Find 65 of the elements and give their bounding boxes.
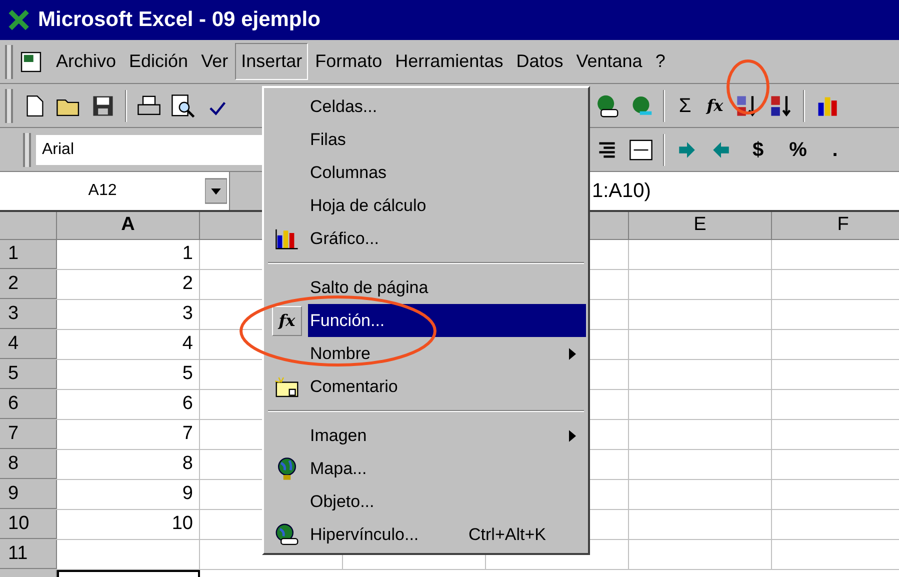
name-box[interactable]: A12: [0, 172, 230, 210]
menu-option[interactable]: Nombre: [266, 337, 586, 370]
menu-item[interactable]: Datos: [510, 43, 570, 80]
table-cell-text: 4: [182, 332, 193, 356]
table-cell-text: 9: [182, 482, 193, 506]
table-cell-text: 5: [182, 362, 193, 386]
menu-item[interactable]: Archivo: [50, 43, 122, 80]
function-button[interactable]: fx: [700, 88, 730, 122]
table-cell-text: 7: [182, 422, 193, 446]
document-icon: [18, 50, 44, 74]
menu-item[interactable]: ?: [649, 43, 672, 80]
globe-icon: [275, 456, 299, 480]
menu-item[interactable]: Herramientas: [389, 43, 510, 80]
menu-option[interactable]: Gráfico...: [266, 222, 586, 255]
toolbar-grip[interactable]: [23, 132, 31, 166]
menu-item[interactable]: Ventana: [570, 43, 648, 80]
menu-item[interactable]: Insertar: [235, 43, 308, 80]
comma-button[interactable]: .: [818, 132, 852, 166]
menu-option[interactable]: Celdas...: [266, 90, 586, 123]
column-header[interactable]: F: [837, 211, 849, 240]
row-header[interactable]: 2: [8, 270, 19, 298]
menu-option[interactable]: Salto de página: [266, 271, 586, 304]
bar-chart-icon: [275, 228, 299, 250]
submenu-arrow-icon: [569, 430, 576, 442]
annotation-ellipse: [726, 60, 770, 114]
table-cell-text: 2: [182, 272, 193, 296]
menu-option[interactable]: Columnas: [266, 156, 586, 189]
table-cell-text: 8: [182, 452, 193, 476]
menu-option[interactable]: Comentario: [266, 370, 586, 403]
toolbar-grip[interactable]: [5, 44, 13, 78]
menu-option[interactable]: Imagen: [266, 419, 586, 452]
menu-option[interactable]: Hipervínculo... Ctrl+Alt+K: [266, 518, 586, 551]
table-cell-text: 3: [182, 302, 193, 326]
spreadsheet-app-icon: [8, 9, 32, 31]
row-header[interactable]: 6: [8, 390, 19, 418]
table-cell-text: 6: [182, 392, 193, 416]
dropdown-arrow-icon[interactable]: [205, 178, 227, 204]
table-cell-text: 1: [182, 242, 193, 266]
menu-option[interactable]: Filas: [266, 123, 586, 156]
row-header[interactable]: 8: [8, 450, 19, 478]
menu-option[interactable]: Hoja de cálculo: [266, 189, 586, 222]
row-header[interactable]: 4: [8, 330, 19, 358]
row-header[interactable]: 3: [8, 300, 19, 328]
column-header[interactable]: E: [694, 211, 706, 240]
row-header[interactable]: 5: [8, 360, 19, 388]
row-header[interactable]: 7: [8, 420, 19, 448]
toolbar-grip[interactable]: [5, 88, 13, 122]
row-header[interactable]: 9: [8, 480, 19, 508]
menu-option[interactable]: Mapa...: [266, 452, 586, 485]
table-cell-text: 10: [172, 512, 193, 536]
column-header[interactable]: A: [121, 211, 135, 240]
font-field[interactable]: Arial: [36, 134, 262, 164]
function-icon: fx: [272, 306, 302, 336]
window-title: Microsoft Excel - 09 ejemplo: [38, 7, 320, 34]
globe-link-icon: [274, 522, 300, 546]
submenu-arrow-icon: [569, 348, 576, 360]
menu-item[interactable]: Edición: [123, 43, 194, 80]
menu-item[interactable]: Ver: [195, 43, 234, 80]
currency-button[interactable]: $: [738, 132, 778, 166]
note-icon: [274, 376, 300, 398]
autosum-button[interactable]: Σ: [670, 88, 700, 122]
menu-item[interactable]: Formato: [309, 43, 388, 80]
percent-button[interactable]: %: [778, 132, 818, 166]
row-header[interactable]: 1: [8, 240, 19, 268]
menu-option[interactable]: Objeto...: [266, 485, 586, 518]
